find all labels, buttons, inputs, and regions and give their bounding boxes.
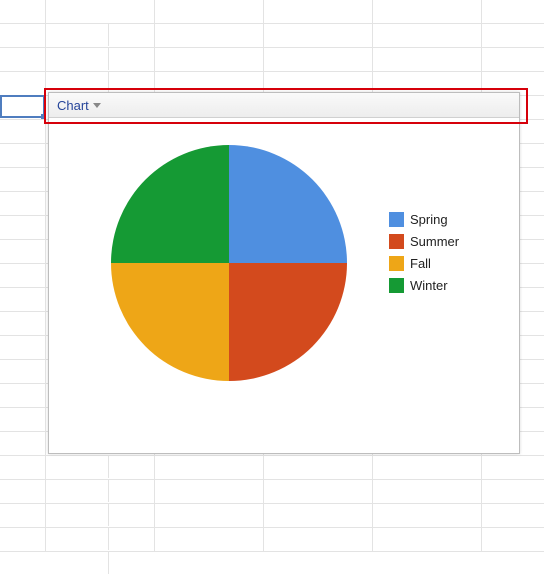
legend-label: Spring (410, 212, 448, 227)
legend-label: Summer (410, 234, 459, 249)
legend-swatch (389, 212, 404, 227)
legend-item: Spring (389, 208, 459, 230)
legend-label: Fall (410, 256, 431, 271)
chart-menu-button[interactable]: Chart (49, 93, 519, 118)
chart-object[interactable]: Chart Spring Summer Fall Winter (48, 92, 520, 454)
selected-cell[interactable] (0, 95, 45, 118)
pie-slice (229, 145, 347, 263)
legend-item: Winter (389, 274, 459, 296)
chart-legend: Spring Summer Fall Winter (389, 208, 459, 296)
legend-item: Fall (389, 252, 459, 274)
legend-swatch (389, 234, 404, 249)
chart-menu-label: Chart (57, 98, 89, 113)
pie-slice (111, 263, 229, 381)
chevron-down-icon (93, 103, 101, 108)
legend-label: Winter (410, 278, 448, 293)
pie-slice (229, 263, 347, 381)
pie-slice (111, 145, 229, 263)
legend-swatch (389, 256, 404, 271)
chart-plot-area: Spring Summer Fall Winter (49, 118, 519, 453)
pie-chart (109, 143, 349, 383)
legend-swatch (389, 278, 404, 293)
legend-item: Summer (389, 230, 459, 252)
